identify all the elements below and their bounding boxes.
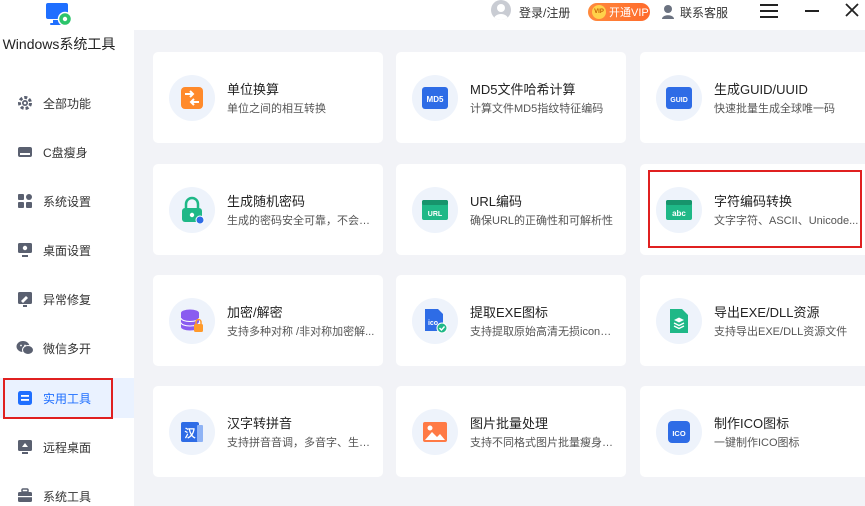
sidebar-item-system-settings[interactable]: 系统设置	[0, 181, 134, 221]
sidebar-item-system-tools[interactable]: 系统工具	[0, 476, 134, 506]
tool-card-random-password[interactable]: 生成随机密码 生成的密码安全可靠，不会存...	[153, 164, 383, 255]
tool-card-desc: 支持提取原始高清无损icon图...	[470, 326, 620, 338]
tool-card-extract-exe-icon[interactable]: ico 提取EXE图标 支持提取原始高清无损icon图...	[396, 275, 626, 366]
tool-card-hanzi-pinyin[interactable]: 汉 汉字转拼音 支持拼音音调，多音字、生僻...	[153, 386, 383, 477]
tool-card-title: 单位换算	[227, 82, 280, 97]
header: 登录/注册 VIP 开通VIP 联系客服	[134, 0, 865, 24]
sidebar-item-label: C盘瘦身	[43, 145, 88, 160]
tool-card-guid[interactable]: GUID 生成GUID/UUID 快速批量生成全球唯一码	[640, 52, 865, 143]
sidebar-item-label: 系统设置	[43, 194, 92, 209]
sidebar-item-label: 微信多开	[43, 341, 92, 356]
gear-icon	[16, 94, 34, 112]
layers-file-icon	[656, 298, 702, 344]
tool-card-export-exe-dll[interactable]: 导出EXE/DLL资源 支持导出EXE/DLL资源文件	[640, 275, 865, 366]
ico-make-icon: ICO	[656, 409, 702, 455]
tool-card-title: 制作ICO图标	[714, 416, 790, 431]
toolbox-icon	[16, 389, 34, 407]
tool-card-make-ico[interactable]: ICO 制作ICO图标 一键制作ICO图标	[640, 386, 865, 477]
svg-text:GUID: GUID	[670, 97, 688, 104]
sidebar-item-desktop-settings[interactable]: 桌面设置	[0, 230, 134, 270]
sidebar-item-label: 桌面设置	[43, 243, 92, 258]
close-icon[interactable]	[844, 2, 860, 18]
sidebar-item-wechat-multi[interactable]: 微信多开	[0, 328, 134, 368]
tool-card-desc: 支持不同格式图片批量瘦身、...	[470, 437, 620, 449]
tool-card-encrypt-decrypt[interactable]: 加密/解密 支持多种对称 /非对称加密解...	[153, 275, 383, 366]
tool-card-title: 生成随机密码	[227, 194, 306, 209]
grid-icon	[16, 192, 34, 210]
repair-icon	[16, 290, 34, 308]
app-logo-icon	[46, 3, 72, 27]
vip-label: 开通VIP	[609, 7, 649, 19]
tool-card-title: URL编码	[470, 194, 523, 209]
tool-card-desc: 支持导出EXE/DLL资源文件	[714, 326, 848, 338]
sidebar-item-label: 异常修复	[43, 292, 92, 307]
sidebar-item-c-drive[interactable]: C盘瘦身	[0, 132, 134, 172]
app-title: Windows系统工具	[2, 36, 116, 52]
customer-service-icon[interactable]	[660, 3, 676, 19]
disk-icon	[16, 143, 34, 161]
svg-text:MD5: MD5	[427, 95, 444, 104]
tool-card-title: MD5文件哈希计算	[470, 82, 576, 97]
sidebar-item-label: 全部功能	[43, 96, 92, 111]
tool-card-desc: 单位之间的相互转换	[227, 103, 326, 115]
tool-card-md5[interactable]: MD5 MD5文件哈希计算 计算文件MD5指纹特征编码	[396, 52, 626, 143]
tool-card-title: 字符编码转换	[714, 194, 793, 209]
sidebar: Windows系统工具 全部功能 C盘瘦身 系统设置 桌面设置 异常修复 微信多…	[0, 0, 134, 506]
tool-card-desc: 计算文件MD5指纹特征编码	[470, 103, 604, 115]
sidebar-item-label: 实用工具	[43, 391, 92, 406]
url-icon: URL	[412, 187, 458, 233]
tool-card-desc: 确保URL的正确性和可解析性	[470, 215, 614, 227]
ico-extract-icon: ico	[412, 298, 458, 344]
customer-service-link[interactable]: 联系客服	[680, 4, 728, 21]
avatar[interactable]	[491, 0, 511, 20]
menu-icon[interactable]	[760, 4, 778, 18]
tool-card-desc: 快速批量生成全球唯一码	[714, 103, 835, 115]
tool-card-desc: 一键制作ICO图标	[714, 437, 800, 449]
md5-icon: MD5	[412, 75, 458, 121]
lock-icon	[169, 187, 215, 233]
sidebar-item-remote-desktop[interactable]: 远程桌面	[0, 427, 134, 467]
sidebar-item-label: 远程桌面	[43, 440, 92, 455]
tool-card-title: 汉字转拼音	[227, 416, 293, 431]
sidebar-item-utilities[interactable]: 实用工具	[0, 378, 134, 418]
tools-panel: 单位换算 单位之间的相互转换 MD5 MD5文件哈希计算 计算文件MD5指纹特征…	[134, 30, 865, 506]
tool-card-image-batch[interactable]: 图片批量处理 支持不同格式图片批量瘦身、...	[396, 386, 626, 477]
tool-card-desc: 生成的密码安全可靠，不会存...	[227, 215, 377, 227]
tool-card-desc: 支持多种对称 /非对称加密解...	[227, 326, 375, 338]
tool-card-unit-convert[interactable]: 单位换算 单位之间的相互转换	[153, 52, 383, 143]
tool-card-title: 加密/解密	[227, 305, 283, 320]
svg-text:ico: ico	[428, 320, 438, 327]
tool-card-title: 导出EXE/DLL资源	[714, 305, 820, 320]
tool-card-desc: 文字字符、ASCII、Unicode...	[714, 215, 859, 227]
svg-text:abc: abc	[672, 209, 686, 218]
tool-card-url-encode[interactable]: URL URL编码 确保URL的正确性和可解析性	[396, 164, 626, 255]
tool-card-title: 生成GUID/UUID	[714, 82, 808, 97]
sidebar-item-all-features[interactable]: 全部功能	[0, 83, 134, 123]
tool-card-title: 图片批量处理	[470, 416, 549, 431]
minimize-icon[interactable]	[805, 10, 819, 12]
sidebar-item-repair[interactable]: 异常修复	[0, 279, 134, 319]
wechat-icon	[16, 339, 34, 357]
remote-icon	[16, 438, 34, 456]
guid-icon: GUID	[656, 75, 702, 121]
svg-text:URL: URL	[428, 211, 443, 218]
svg-text:ICO: ICO	[672, 429, 686, 438]
vip-badge-icon: VIP	[592, 5, 606, 19]
pinyin-icon: 汉	[169, 409, 215, 455]
database-lock-icon	[169, 298, 215, 344]
tool-card-charset-convert[interactable]: abc 字符编码转换 文字字符、ASCII、Unicode...	[640, 164, 865, 255]
monitor-icon	[16, 241, 34, 259]
briefcase-icon	[16, 487, 34, 505]
svg-text:汉: 汉	[185, 426, 197, 440]
tool-card-desc: 支持拼音音调，多音字、生僻...	[227, 437, 377, 449]
unit-convert-icon	[169, 75, 215, 121]
sidebar-item-label: 系统工具	[43, 489, 92, 504]
abc-icon: abc	[656, 187, 702, 233]
tool-card-title: 提取EXE图标	[470, 305, 549, 320]
image-icon	[412, 409, 458, 455]
vip-button[interactable]: VIP 开通VIP	[588, 3, 650, 21]
login-link[interactable]: 登录/注册	[519, 4, 570, 21]
